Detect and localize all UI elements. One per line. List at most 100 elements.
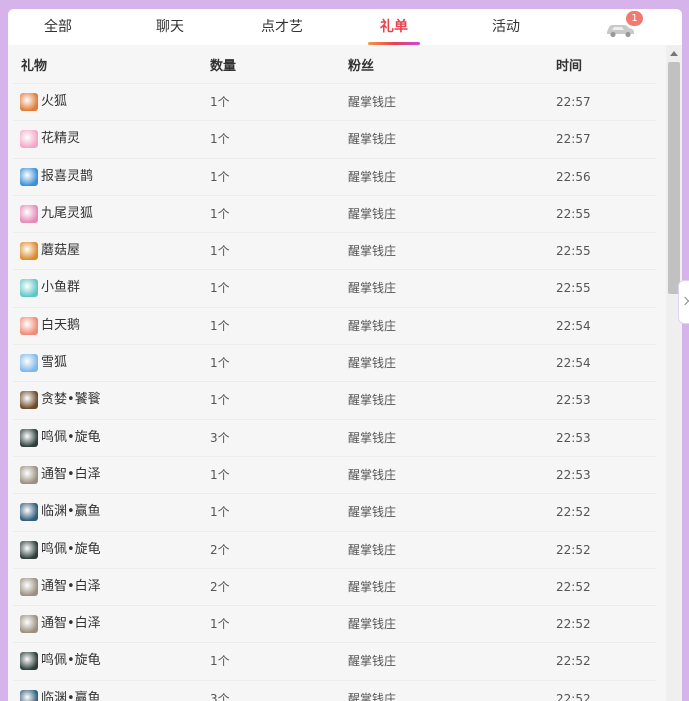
gift-cell: 雪狐 <box>20 345 67 381</box>
gift-cell: 通智•白泽 <box>20 569 101 605</box>
table-row: 贪婪•饕餮 1个 醒掌钱庄 22:53 <box>13 381 656 418</box>
time-cell: 22:52 <box>556 542 591 557</box>
gift-cell: 贪婪•饕餮 <box>20 382 101 418</box>
gift-name: 火狐 <box>41 94 68 109</box>
gift-list-panel: 全部 聊天 点才艺 礼单 活动 1 礼物 数量 粉丝 时间 火狐 1个 醒掌钱庄 22… <box>8 9 682 701</box>
time-cell: 22:52 <box>556 691 591 701</box>
table-row: 鸣佩•旋龟 3个 醒掌钱庄 22:53 <box>13 418 656 456</box>
gift-cell: 临渊•赢鱼 <box>20 494 101 530</box>
tab-all[interactable]: 全部 <box>30 9 86 45</box>
fan-name[interactable]: 醒掌钱庄 <box>348 420 396 456</box>
quantity-cell: 1个 <box>210 281 230 296</box>
gift-cell: 火狐 <box>20 84 67 120</box>
quantity-cell: 1个 <box>210 393 230 408</box>
time-cell: 22:53 <box>556 393 591 408</box>
table-row: 通智•白泽 2个 醒掌钱庄 22:52 <box>13 567 656 605</box>
table-row: 火狐 1个 醒掌钱庄 22:57 <box>13 83 656 120</box>
quantity-cell: 1个 <box>210 505 230 520</box>
fan-name[interactable]: 醒掌钱庄 <box>348 308 396 344</box>
table-row: 报喜灵鹊 1个 醒掌钱庄 22:56 <box>13 157 656 195</box>
scrollbar[interactable] <box>666 45 682 701</box>
gift-cell: 鸣佩•旋龟 <box>20 643 101 679</box>
turtle-icon <box>20 428 38 447</box>
gift-cell: 通智•白泽 <box>20 457 101 493</box>
quantity-cell: 1个 <box>210 654 230 669</box>
fish-monster-icon <box>20 503 38 522</box>
gift-name: 雪狐 <box>41 355 68 371</box>
baize-icon <box>20 615 38 634</box>
table-row: 鸣佩•旋龟 1个 醒掌钱庄 22:52 <box>13 642 656 679</box>
fan-name[interactable]: 醒掌钱庄 <box>348 606 396 642</box>
tab-activity[interactable]: 活动 <box>478 9 534 45</box>
gift-name: 通智•白泽 <box>41 578 101 594</box>
table-header: 礼物 数量 粉丝 时间 <box>8 45 666 83</box>
scroll-up-arrow-icon[interactable] <box>670 51 678 56</box>
fan-name[interactable]: 醒掌钱庄 <box>348 270 396 306</box>
time-cell: 22:55 <box>556 244 591 259</box>
gift-name: 临渊•赢鱼 <box>41 504 101 520</box>
scrollbar-thumb[interactable] <box>668 62 680 294</box>
fan-name[interactable]: 醒掌钱庄 <box>348 121 396 157</box>
quantity-cell: 3个 <box>210 691 230 701</box>
fan-name[interactable]: 醒掌钱庄 <box>348 382 396 418</box>
tab-talent[interactable]: 点才艺 <box>254 9 310 45</box>
gift-name: 通智•白泽 <box>41 466 101 482</box>
time-cell: 22:53 <box>556 467 591 482</box>
table-row: 临渊•赢鱼 3个 醒掌钱庄 22:52 <box>13 679 656 701</box>
fan-name[interactable]: 醒掌钱庄 <box>348 233 396 269</box>
fan-name[interactable]: 醒掌钱庄 <box>348 159 396 195</box>
peacock-icon <box>20 167 38 186</box>
nine-tail-fox-icon <box>20 204 38 223</box>
gift-cell: 鸣佩•旋龟 <box>20 420 101 456</box>
time-cell: 22:55 <box>556 281 591 296</box>
gift-name: 鸣佩•旋龟 <box>41 429 101 445</box>
fan-name[interactable]: 醒掌钱庄 <box>348 532 396 568</box>
table-row: 蘑菇屋 1个 醒掌钱庄 22:55 <box>13 232 656 269</box>
fish-monster-icon <box>20 689 38 701</box>
baize-icon <box>20 465 38 484</box>
time-cell: 22:57 <box>556 132 591 147</box>
gift-name: 报喜灵鹊 <box>41 168 94 184</box>
gift-cell: 报喜灵鹊 <box>20 159 93 195</box>
tab-chat[interactable]: 聊天 <box>142 9 198 45</box>
time-cell: 22:52 <box>556 505 591 520</box>
gift-cell: 白天鹅 <box>20 308 80 344</box>
fan-name[interactable]: 醒掌钱庄 <box>348 494 396 530</box>
gift-cell: 蘑菇屋 <box>20 233 80 269</box>
tab-gift-list[interactable]: 礼单 <box>366 9 422 45</box>
table-row: 花精灵 1个 醒掌钱庄 22:57 <box>13 120 656 157</box>
gift-name: 白天鹅 <box>41 317 81 333</box>
fan-name[interactable]: 醒掌钱庄 <box>348 84 396 120</box>
gift-name: 花精灵 <box>41 131 81 147</box>
fox-icon <box>20 93 38 111</box>
gift-cell: 花精灵 <box>20 121 80 157</box>
fan-name[interactable]: 醒掌钱庄 <box>348 196 396 232</box>
quantity-cell: 1个 <box>210 132 230 147</box>
time-cell: 22:52 <box>556 617 591 632</box>
table-row: 小鱼群 1个 醒掌钱庄 22:55 <box>13 269 656 306</box>
gift-name: 鸣佩•旋龟 <box>41 541 101 557</box>
gift-table: 礼物 数量 粉丝 时间 火狐 1个 醒掌钱庄 22:57 花精灵 1个 醒掌钱庄 22:57 报… <box>8 45 666 701</box>
time-cell: 22:52 <box>556 579 591 594</box>
quantity-cell: 1个 <box>210 356 230 371</box>
time-cell: 22:56 <box>556 169 591 184</box>
fan-name[interactable]: 醒掌钱庄 <box>348 457 396 493</box>
fan-name[interactable]: 醒掌钱庄 <box>348 345 396 381</box>
quantity-cell: 2个 <box>210 542 230 557</box>
gift-name: 九尾灵狐 <box>41 205 94 221</box>
fan-name[interactable]: 醒掌钱庄 <box>348 569 396 605</box>
gift-cell: 临渊•赢鱼 <box>20 681 101 701</box>
gift-name: 小鱼群 <box>41 280 81 296</box>
time-cell: 22:52 <box>556 654 591 669</box>
quantity-cell: 2个 <box>210 579 230 594</box>
time-cell: 22:55 <box>556 206 591 221</box>
garage-badge: 1 <box>626 11 643 26</box>
quantity-cell: 1个 <box>210 318 230 333</box>
expand-panel-button[interactable] <box>678 280 689 324</box>
time-cell: 22:54 <box>556 356 591 371</box>
fan-name[interactable]: 醒掌钱庄 <box>348 643 396 679</box>
gift-name: 鸣佩•旋龟 <box>41 653 101 669</box>
swan-icon <box>20 316 38 335</box>
turtle-icon <box>20 540 38 559</box>
fan-name[interactable]: 醒掌钱庄 <box>348 681 396 701</box>
